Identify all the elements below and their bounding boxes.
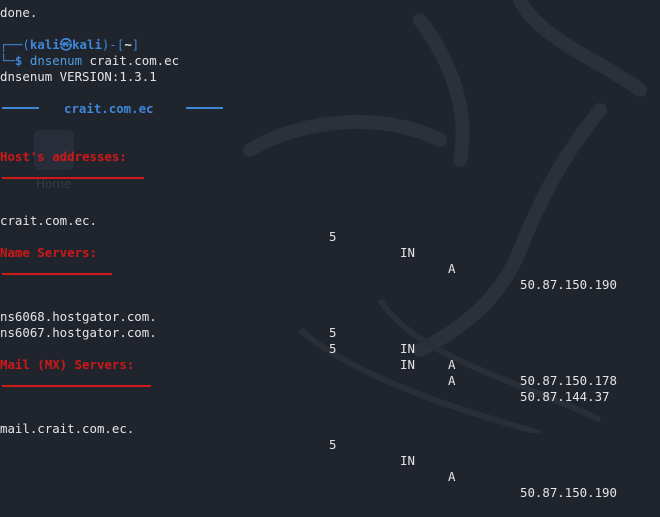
prompt-user: kali bbox=[29, 37, 60, 52]
section-title-mx-servers: Mail (MX) Servers: bbox=[0, 357, 135, 372]
command-line: └─$ dnsenum crait.com.ec bbox=[0, 53, 179, 69]
record-ttl: 5 bbox=[329, 341, 337, 356]
record-type: A bbox=[448, 357, 456, 372]
done-line: done. bbox=[0, 5, 38, 20]
prompt-cwd: ~ bbox=[124, 37, 132, 52]
record-class: IN bbox=[400, 341, 415, 356]
section-title-host-addresses: Host's addresses: bbox=[0, 149, 127, 164]
record-row: mail.crait.com.ec. 5 IN A 50.87.150.190 bbox=[0, 405, 660, 500]
record-address: 50.87.150.190 bbox=[520, 485, 617, 500]
record-ttl: 5 bbox=[329, 437, 337, 452]
record-type: A bbox=[448, 469, 456, 484]
prompt-host: kali bbox=[72, 37, 102, 52]
prompt-dollar: $ bbox=[14, 53, 23, 68]
section-rule-name-servers bbox=[2, 273, 112, 275]
record-host: ns6067.hostgator.com. bbox=[0, 325, 157, 340]
record-row: ns6068.hostgator.com. 5 IN A 50.87.150.1… bbox=[0, 293, 660, 388]
record-ttl: 5 bbox=[329, 229, 337, 244]
record-class: IN bbox=[400, 245, 415, 260]
record-row: crait.com.ec. 5 IN A 50.87.150.190 bbox=[0, 197, 660, 292]
record-class: IN bbox=[400, 357, 415, 372]
record-row: ns6067.hostgator.com. 5 IN A 50.87.144.3… bbox=[0, 309, 660, 404]
record-address: 50.87.144.37 bbox=[520, 389, 610, 404]
record-host: crait.com.ec. bbox=[0, 213, 97, 228]
record-type: A bbox=[448, 373, 456, 388]
banner-rule-left bbox=[2, 107, 39, 109]
prompt-open: ┌──( bbox=[0, 37, 30, 52]
command-name: dnsenum bbox=[29, 53, 83, 68]
record-type: A bbox=[448, 261, 456, 276]
prompt-mid: )-[ bbox=[101, 37, 125, 52]
record-address: 50.87.150.178 bbox=[520, 373, 617, 388]
section-rule-host-addresses bbox=[2, 177, 144, 179]
prompt-close: ] bbox=[131, 37, 140, 52]
command-argument: crait.com.ec bbox=[89, 53, 180, 68]
version-line: dnsenum VERSION:1.3.1 bbox=[0, 69, 157, 84]
prompt-at-symbol: ㉿ bbox=[59, 37, 73, 52]
banner-domain: crait.com.ec bbox=[64, 101, 154, 116]
home-folder-label: Home bbox=[36, 177, 72, 191]
record-host: mail.crait.com.ec. bbox=[0, 421, 135, 436]
record-class: IN bbox=[400, 453, 415, 468]
prompt-corner: └─ bbox=[0, 53, 15, 68]
section-rule-mx-servers bbox=[2, 385, 151, 387]
prompt-line: ┌──(kali㉿kali)-[~] bbox=[0, 37, 139, 53]
section-title-name-servers: Name Servers: bbox=[0, 245, 97, 260]
record-address: 50.87.150.190 bbox=[520, 277, 617, 292]
record-ttl: 5 bbox=[329, 325, 337, 340]
banner-rule-right bbox=[186, 107, 223, 109]
